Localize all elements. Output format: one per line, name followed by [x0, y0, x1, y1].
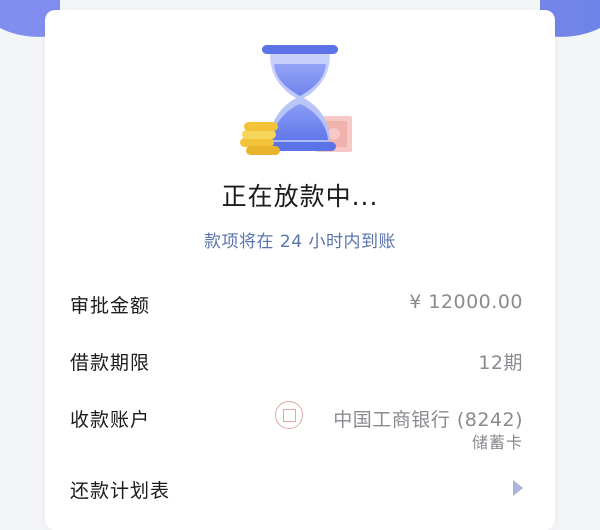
card-type: 储蓄卡	[471, 433, 523, 452]
hourglass-money-icon	[240, 42, 360, 164]
bank-name: 中国工商银行 (8242)	[333, 409, 523, 431]
status-subtitle: 款项将在 24 小时内到账	[204, 232, 396, 252]
loan-status-card: 正在放款中... 款项将在 24 小时内到账 审批金额 ¥ 12000.00 借…	[45, 10, 555, 530]
approval-amount-label: 审批金额	[70, 295, 151, 317]
receiving-account-label: 收款账户	[70, 409, 151, 431]
loan-term-row: 借款期限 12期	[70, 342, 523, 382]
chevron-right-icon[interactable]	[513, 480, 523, 496]
icbc-logo-icon	[275, 401, 303, 429]
status-title: 正在放款中...	[221, 182, 379, 211]
loan-term-value: 12期	[478, 352, 523, 374]
loan-term-label: 借款期限	[70, 352, 151, 374]
receiving-account-row: 收款账户 中国工商银行 (8242) 储蓄卡	[70, 399, 523, 455]
approval-amount-value: ¥ 12000.00	[409, 291, 523, 313]
approval-amount-row: 审批金额 ¥ 12000.00	[70, 285, 523, 325]
repayment-plan-label: 还款计划表	[70, 480, 171, 502]
repayment-plan-row[interactable]: 还款计划表	[70, 470, 523, 510]
